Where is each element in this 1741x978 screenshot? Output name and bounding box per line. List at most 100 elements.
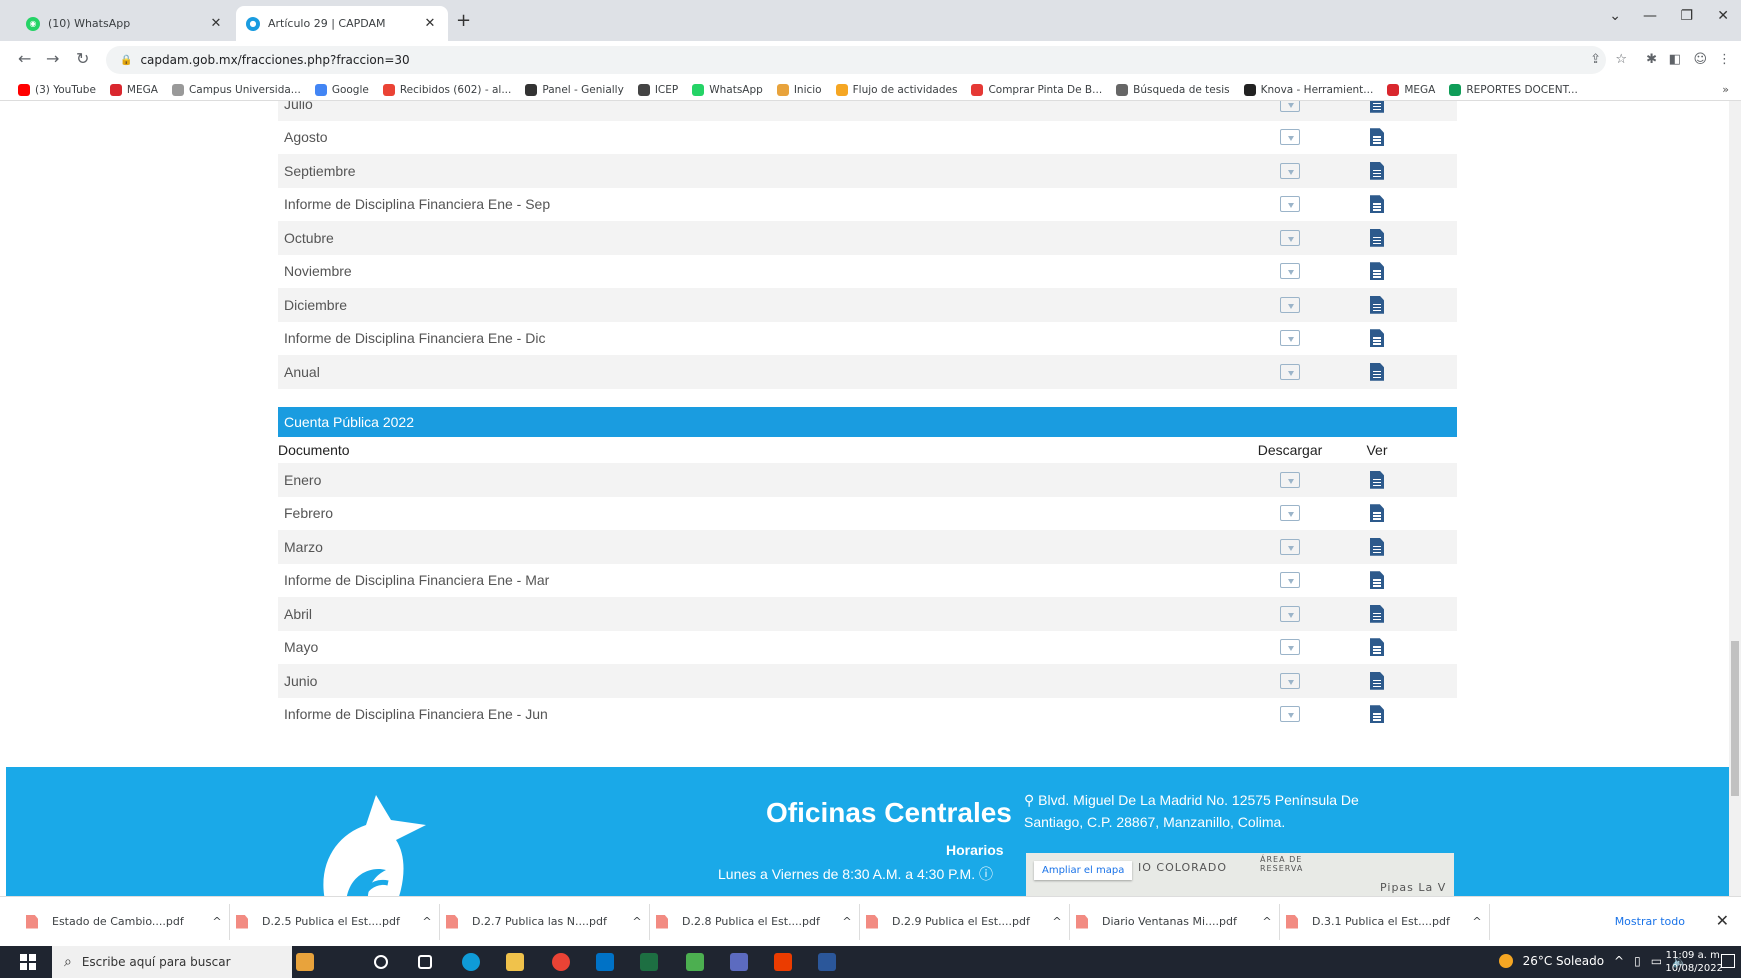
download-icon[interactable] — [1280, 706, 1300, 723]
profile-avatar[interactable]: ☺ — [1693, 52, 1707, 67]
download-icon[interactable] — [1280, 296, 1300, 313]
minimize-button[interactable]: — — [1643, 8, 1657, 24]
bookmark-item[interactable]: MEGA — [1387, 83, 1435, 96]
document-view-icon[interactable] — [1370, 329, 1384, 348]
network-icon[interactable]: ▭ — [1651, 954, 1662, 968]
clock[interactable]: 11:09 a. m. 10/08/2022 — [1663, 949, 1723, 975]
cortana-icon[interactable] — [296, 953, 314, 971]
bookmark-item[interactable]: Google — [314, 83, 369, 96]
scrollbar-thumb[interactable] — [1731, 641, 1739, 796]
document-view-icon[interactable] — [1370, 262, 1384, 281]
document-view-icon[interactable] — [1370, 470, 1384, 489]
address-bar[interactable]: 🔒 capdam.gob.mx/fracciones.php?fraccion=… — [106, 46, 1606, 74]
document-view-icon[interactable] — [1370, 537, 1384, 556]
excel-icon[interactable] — [640, 953, 658, 971]
download-icon[interactable] — [1280, 129, 1300, 146]
close-icon[interactable]: ✕ — [422, 16, 438, 31]
download-icon[interactable] — [1280, 572, 1300, 589]
document-view-icon[interactable] — [1370, 101, 1384, 113]
windows-start-icon[interactable] — [20, 954, 36, 970]
download-icon[interactable] — [1280, 605, 1300, 622]
forward-icon[interactable]: → — [46, 49, 59, 68]
chevron-up-icon[interactable]: ^ — [835, 915, 859, 928]
download-item[interactable]: Diario Ventanas Mi....pdf ^ — [1070, 903, 1280, 940]
bookmark-item[interactable]: REPORTES DOCENT... — [1449, 83, 1578, 96]
file-explorer-icon[interactable] — [506, 953, 524, 971]
download-item[interactable]: D.2.7 Publica las N....pdf ^ — [440, 903, 650, 940]
office-icon[interactable] — [774, 953, 792, 971]
download-icon[interactable] — [1280, 263, 1300, 280]
notification-icon[interactable] — [1721, 954, 1735, 968]
tab-capdam[interactable]: ● Artículo 29 | CAPDAM ✕ — [236, 6, 448, 41]
chevron-up-icon[interactable]: ^ — [1255, 915, 1279, 928]
download-icon[interactable] — [1280, 101, 1300, 112]
chevron-up-icon[interactable]: ^ — [1465, 915, 1489, 928]
download-icon[interactable] — [1280, 505, 1300, 522]
document-view-icon[interactable] — [1370, 362, 1384, 381]
store-icon[interactable] — [730, 953, 748, 971]
bookmark-item[interactable]: (3) YouTube — [18, 83, 96, 96]
extensions-icon[interactable]: ✱ — [1646, 52, 1657, 67]
document-view-icon[interactable] — [1370, 295, 1384, 314]
back-icon[interactable]: ← — [18, 49, 31, 68]
bookmark-item[interactable]: Knova - Herramient... — [1243, 83, 1373, 96]
document-view-icon[interactable] — [1370, 228, 1384, 247]
reload-icon[interactable]: ↻ — [76, 49, 89, 68]
download-icon[interactable] — [1280, 538, 1300, 555]
document-view-icon[interactable] — [1370, 705, 1384, 724]
bookmark-item[interactable]: MEGA — [109, 83, 158, 96]
document-view-icon[interactable] — [1370, 161, 1384, 180]
close-icon[interactable]: ✕ — [208, 16, 224, 31]
show-all-downloads-link[interactable]: Mostrar todo — [1615, 915, 1685, 928]
download-icon[interactable] — [1280, 363, 1300, 380]
restore-button[interactable]: ❐ — [1680, 8, 1693, 24]
bookmark-item[interactable]: Comprar Pinta De B... — [971, 83, 1102, 96]
document-view-icon[interactable] — [1370, 195, 1384, 214]
document-view-icon[interactable] — [1370, 604, 1384, 623]
star-icon[interactable]: ☆ — [1615, 52, 1627, 67]
info-icon[interactable]: ⓘ — [979, 866, 993, 882]
weather-text[interactable]: 26°C Soleado — [1523, 954, 1604, 968]
document-view-icon[interactable] — [1370, 671, 1384, 690]
chevron-up-icon[interactable]: ^ — [415, 915, 439, 928]
bookmarks-overflow-icon[interactable]: » — [1722, 83, 1729, 96]
download-item[interactable]: Estado de Cambio....pdf ^ — [20, 903, 230, 940]
chevron-up-icon[interactable]: ^ — [205, 915, 229, 928]
new-tab-button[interactable]: + — [456, 10, 471, 31]
bookmark-item[interactable]: Búsqueda de tesis — [1116, 83, 1230, 96]
tab-search-icon[interactable]: ⌄ — [1609, 8, 1621, 24]
bookmark-item[interactable]: Recibidos (602) - al... — [382, 83, 511, 96]
download-item[interactable]: D.2.8 Publica el Est....pdf ^ — [650, 903, 860, 940]
sidepanel-icon[interactable]: ◧ — [1669, 52, 1681, 67]
document-view-icon[interactable] — [1370, 571, 1384, 590]
page-scrollbar[interactable] — [1729, 101, 1741, 896]
word-icon[interactable] — [818, 953, 836, 971]
download-item[interactable]: D.3.1 Publica el Est....pdf ^ — [1280, 903, 1490, 940]
document-view-icon[interactable] — [1370, 638, 1384, 657]
bookmark-item[interactable]: Panel - Genially — [525, 83, 624, 96]
download-icon[interactable] — [1280, 330, 1300, 347]
download-icon[interactable] — [1280, 196, 1300, 213]
close-window-button[interactable]: ✕ — [1717, 8, 1729, 24]
menu-icon[interactable]: ⋮ — [1718, 52, 1731, 67]
outlook-icon[interactable] — [596, 953, 614, 971]
download-icon[interactable] — [1280, 672, 1300, 689]
document-view-icon[interactable] — [1370, 504, 1384, 523]
download-icon[interactable] — [1280, 471, 1300, 488]
download-icon[interactable] — [1280, 639, 1300, 656]
cortana-circle-icon[interactable] — [374, 955, 388, 969]
download-item[interactable]: D.2.9 Publica el Est....pdf ^ — [860, 903, 1070, 940]
download-item[interactable]: D.2.5 Publica el Est....pdf ^ — [230, 903, 440, 940]
chrome-icon[interactable] — [552, 953, 570, 971]
edge-icon[interactable] — [462, 953, 480, 971]
app-icon[interactable] — [686, 953, 704, 971]
taskbar-search[interactable]: ⌕ Escribe aquí para buscar — [52, 946, 292, 978]
bookmark-item[interactable]: ICEP — [637, 83, 678, 96]
bookmark-item[interactable]: Flujo de actividades — [835, 83, 957, 96]
close-downloads-icon[interactable]: ✕ — [1716, 911, 1729, 930]
document-view-icon[interactable] — [1370, 128, 1384, 147]
download-icon[interactable] — [1280, 229, 1300, 246]
tray-chevron-icon[interactable]: ^ — [1614, 954, 1624, 968]
bookmark-item[interactable]: Inicio — [776, 83, 822, 96]
tab-whatsapp[interactable]: ◉ (10) WhatsApp ✕ — [16, 6, 234, 41]
